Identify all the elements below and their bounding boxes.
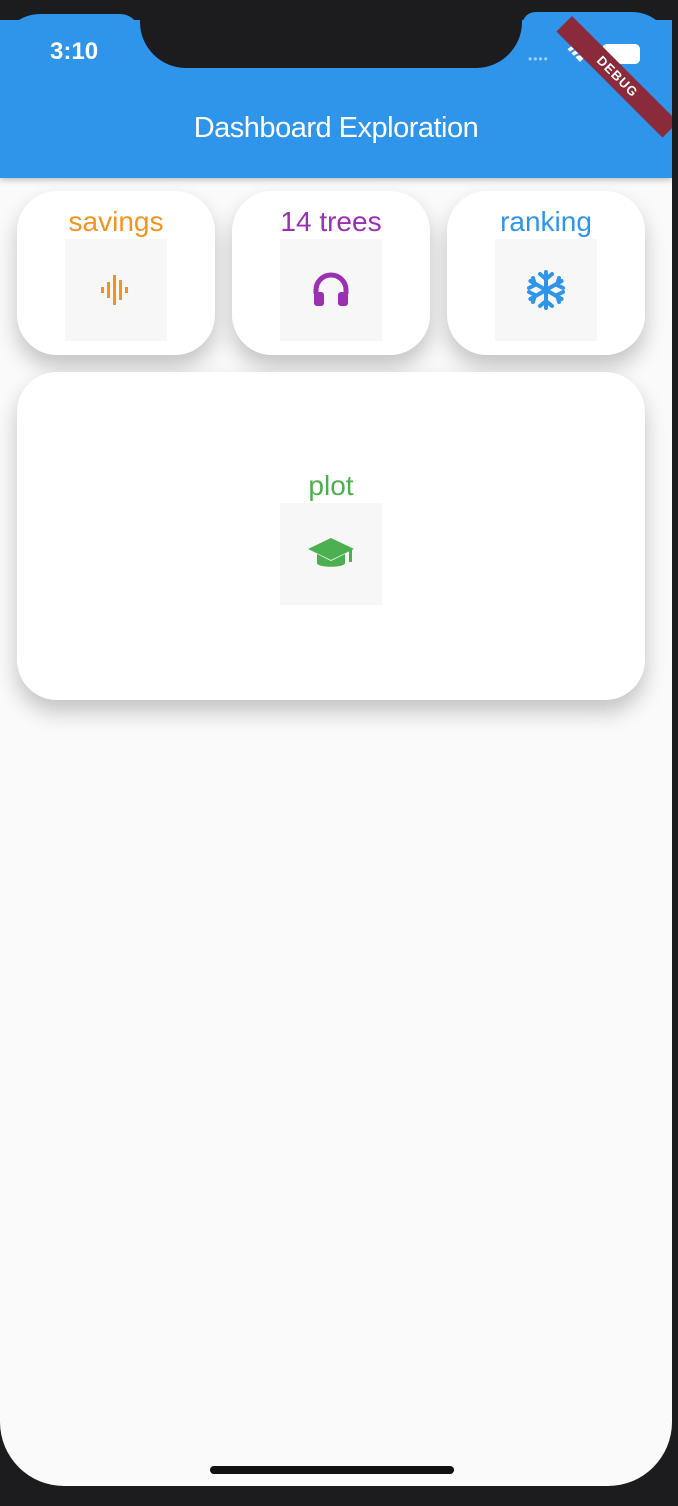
icon-container [65, 239, 167, 341]
device-screen: 3:10 •••• DEBUG Dashboard Exploration sa… [0, 0, 672, 1486]
signal-icon: •••• [528, 52, 549, 66]
app-bar: 3:10 •••• DEBUG Dashboard Exploration [0, 0, 672, 178]
screen-corner [0, 0, 140, 54]
snowflake-icon [527, 270, 565, 310]
card-ranking[interactable]: ranking [447, 191, 645, 355]
home-indicator[interactable] [210, 1466, 454, 1474]
icon-container [280, 239, 382, 341]
card-label: ranking [500, 206, 592, 237]
screen-corner [522, 0, 672, 52]
icon-container [280, 503, 382, 605]
graphic-eq-icon [101, 275, 128, 305]
headphones-icon [313, 272, 349, 306]
card-label: plot [308, 470, 354, 501]
card-savings[interactable]: savings [17, 191, 215, 355]
card-plot[interactable]: plot [17, 372, 645, 700]
card-trees[interactable]: 14 trees [232, 191, 430, 355]
device-notch [140, 0, 522, 68]
graduation-cap-icon [308, 538, 354, 567]
page-title: Dashboard Exploration [193, 112, 479, 144]
icon-container [495, 239, 597, 341]
card-label: savings [68, 206, 164, 237]
status-time: 3:10 [50, 38, 99, 65]
card-label: 14 trees [280, 206, 382, 237]
